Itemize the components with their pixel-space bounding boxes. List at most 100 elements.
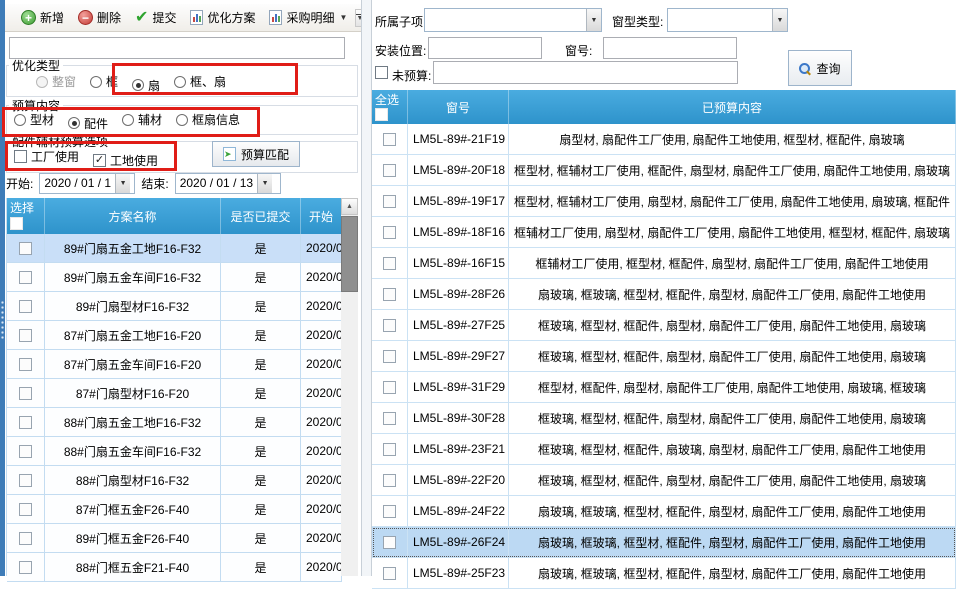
row-checkbox[interactable] <box>19 532 32 545</box>
row-checkbox[interactable] <box>383 443 396 456</box>
budget-radio-profile[interactable]: 型材 <box>14 111 54 128</box>
opt-type-radio-sash[interactable]: 扇 <box>132 77 160 94</box>
budget-table-row[interactable]: LM5L-89#-25F23扇玻璃, 框玻璃, 框型材, 框配件, 扇型材, 扇… <box>372 558 956 589</box>
opt-type-group-title: 优化类型 <box>9 57 63 74</box>
budget-table-row[interactable]: LM5L-89#-28F26扇玻璃, 框玻璃, 框型材, 框配件, 扇型材, 扇… <box>372 279 956 310</box>
budget-table-row[interactable]: LM5L-89#-22F20框玻璃, 框型材, 框配件, 扇型材, 扇配件工厂使… <box>372 465 956 496</box>
row-checkbox[interactable] <box>383 257 396 270</box>
row-checkbox[interactable] <box>19 271 32 284</box>
row-checkbox[interactable] <box>19 445 32 458</box>
plan-table-row[interactable]: 88#门扇五金车间F16-F32是2020/0 <box>7 437 342 466</box>
budget-table-row[interactable]: LM5L-89#-16F15框辅材工厂使用, 框型材, 框配件, 扇型材, 扇配… <box>372 248 956 279</box>
budget-radio-label: 配件 <box>84 115 108 132</box>
radio-circle-icon <box>90 76 102 88</box>
row-checkbox[interactable] <box>19 387 32 400</box>
select-all-checkbox[interactable] <box>375 108 388 121</box>
scrollbar-thumb[interactable] <box>341 216 358 292</box>
row-checkbox[interactable] <box>383 505 396 518</box>
budget-match-button[interactable]: 预算匹配 <box>212 141 300 167</box>
plan-table-row[interactable]: 87#门扇五金工地F16-F20是2020/0 <box>7 321 342 350</box>
window-no-input[interactable] <box>603 37 737 59</box>
row-checkbox[interactable] <box>19 358 32 371</box>
add-button[interactable]: + 新增 <box>15 5 70 30</box>
row-checkbox[interactable] <box>383 319 396 332</box>
no-budget-input[interactable] <box>433 61 738 84</box>
plan-table-row[interactable]: 88#门扇型材F16-F32是2020/0 <box>7 466 342 495</box>
plan-table-row[interactable]: 89#门扇型材F16-F32是2020/0 <box>7 292 342 321</box>
plan-table-scrollbar[interactable]: ▲ <box>341 198 358 576</box>
budget-table-row[interactable]: LM5L-89#-24F22扇玻璃, 框玻璃, 框型材, 框配件, 扇型材, 扇… <box>372 496 956 527</box>
window-type-select[interactable]: ▼ <box>667 8 788 32</box>
caret-down-icon[interactable]: ▼ <box>586 9 601 31</box>
checkbox-factory-use[interactable]: 工厂使用 <box>14 148 79 165</box>
budgeted-content-cell: 框玻璃, 框型材, 框配件, 扇型材, 扇配件工厂使用, 扇配件工地使用, 扇玻… <box>509 403 956 433</box>
caret-down-icon[interactable]: ▼ <box>772 9 787 31</box>
plan-table-row[interactable]: 89#门框五金F26-F40是2020/0 <box>7 524 342 553</box>
install-pos-input[interactable] <box>428 37 542 59</box>
row-checkbox[interactable] <box>19 329 32 342</box>
budget-table-row[interactable]: LM5L-89#-21F19扇型材, 扇配件工厂使用, 扇配件工地使用, 框型材… <box>372 124 956 155</box>
budget-table-row[interactable]: LM5L-89#-29F27框玻璃, 框型材, 框配件, 扇型材, 扇配件工厂使… <box>372 341 956 372</box>
panel-splitter[interactable] <box>361 0 372 576</box>
plan-table-row[interactable]: 87#门扇型材F16-F20是2020/0 <box>7 379 342 408</box>
row-checkbox[interactable] <box>383 350 396 363</box>
row-checkbox[interactable] <box>383 412 396 425</box>
optimize-plan-button[interactable]: 优化方案 <box>184 5 261 30</box>
row-checkbox[interactable] <box>19 300 32 313</box>
row-checkbox[interactable] <box>19 474 32 487</box>
budget-table-row[interactable]: LM5L-89#-23F21框玻璃, 框型材, 框配件, 扇玻璃, 扇型材, 扇… <box>372 434 956 465</box>
budget-table-row[interactable]: LM5L-89#-19F17框型材, 框辅材工厂使用, 扇型材, 扇配件工厂使用… <box>372 186 956 217</box>
plan-table-row[interactable]: 88#门扇五金工地F16-F32是2020/0 <box>7 408 342 437</box>
row-checkbox[interactable] <box>383 195 396 208</box>
caret-down-icon[interactable]: ▼ <box>257 174 272 193</box>
plan-table-row[interactable]: 87#门扇五金车间F16-F20是2020/0 <box>7 350 342 379</box>
row-checkbox[interactable] <box>19 561 32 574</box>
end-date-picker[interactable]: 2020 / 01 / 13 ▼ <box>175 173 281 194</box>
plan-table-row[interactable]: 88#门框五金F21-F40是2020/0 <box>7 553 342 582</box>
budget-radio-frame-sash-info[interactable]: 框扇信息 <box>176 111 240 128</box>
row-checkbox[interactable] <box>383 474 396 487</box>
row-checkbox[interactable] <box>383 226 396 239</box>
date-start-label: 开始: <box>6 175 33 192</box>
row-checkbox[interactable] <box>19 503 32 516</box>
scroll-up-icon[interactable]: ▲ <box>341 198 358 215</box>
delete-button[interactable]: − 删除 <box>72 5 127 30</box>
budget-table-row[interactable]: LM5L-89#-27F25框玻璃, 框型材, 框配件, 扇型材, 扇配件工厂使… <box>372 310 956 341</box>
submit-button[interactable]: ✔ 提交 <box>129 5 182 30</box>
row-checkbox[interactable] <box>383 536 396 549</box>
budget-table-row[interactable]: LM5L-89#-26F24扇玻璃, 框玻璃, 框型材, 框配件, 扇型材, 扇… <box>372 527 956 558</box>
opt-type-radio-frame[interactable]: 框 <box>90 73 118 90</box>
checkbox-site-use[interactable]: ✓工地使用 <box>93 152 158 169</box>
budget-radio-auxiliary[interactable]: 辅材 <box>122 111 162 128</box>
plan-submitted-cell: 是 <box>221 553 301 581</box>
row-checkbox[interactable] <box>383 133 396 146</box>
row-checkbox[interactable] <box>383 288 396 301</box>
query-button[interactable]: 查询 <box>788 50 852 86</box>
budget-table-row[interactable]: LM5L-89#-31F29框型材, 框配件, 扇型材, 扇配件工厂使用, 扇配… <box>372 372 956 403</box>
row-checkbox[interactable] <box>19 416 32 429</box>
row-checkbox[interactable] <box>19 242 32 255</box>
plan-table-row[interactable]: 87#门框五金F26-F40是2020/0 <box>7 495 342 524</box>
plan-search-input[interactable] <box>9 37 345 59</box>
budgeted-content-cell: 扇玻璃, 框玻璃, 框型材, 框配件, 扇型材, 扇配件工厂使用, 扇配件工地使… <box>509 527 956 557</box>
budget-table-row[interactable]: LM5L-89#-18F16框辅材工厂使用, 扇型材, 扇配件工厂使用, 扇配件… <box>372 217 956 248</box>
radio-circle-icon <box>176 114 188 126</box>
plan-submitted-cell: 是 <box>221 379 301 407</box>
budget-table-row[interactable]: LM5L-89#-20F18框型材, 框辅材工厂使用, 框配件, 扇型材, 扇配… <box>372 155 956 186</box>
plan-table-row[interactable]: 89#门扇五金车间F16-F32是2020/0 <box>7 263 342 292</box>
no-budget-checkbox[interactable] <box>375 66 388 79</box>
plan-table-row[interactable]: 89#门扇五金工地F16-F32是2020/0 <box>7 234 342 263</box>
caret-down-icon[interactable]: ▼ <box>115 174 130 193</box>
purchase-detail-button[interactable]: 采购明细 ▼ <box>263 5 353 30</box>
budgeted-content-cell: 框玻璃, 框型材, 框配件, 扇型材, 扇配件工厂使用, 扇配件工地使用, 扇玻… <box>509 341 956 371</box>
start-date-picker[interactable]: 2020 / 01 / 1 ▼ <box>39 173 135 194</box>
select-all-checkbox[interactable] <box>10 217 23 230</box>
budget-radio-accessory[interactable]: 配件 <box>68 115 108 132</box>
sub-item-select[interactable]: ▼ <box>424 8 602 32</box>
opt-type-radio-frame-sash[interactable]: 框、扇 <box>174 73 226 90</box>
row-checkbox[interactable] <box>383 164 396 177</box>
row-checkbox[interactable] <box>383 381 396 394</box>
window-edge-splitter[interactable] <box>0 0 5 576</box>
row-checkbox[interactable] <box>383 567 396 580</box>
budget-table-row[interactable]: LM5L-89#-30F28框玻璃, 框型材, 框配件, 扇型材, 扇配件工厂使… <box>372 403 956 434</box>
